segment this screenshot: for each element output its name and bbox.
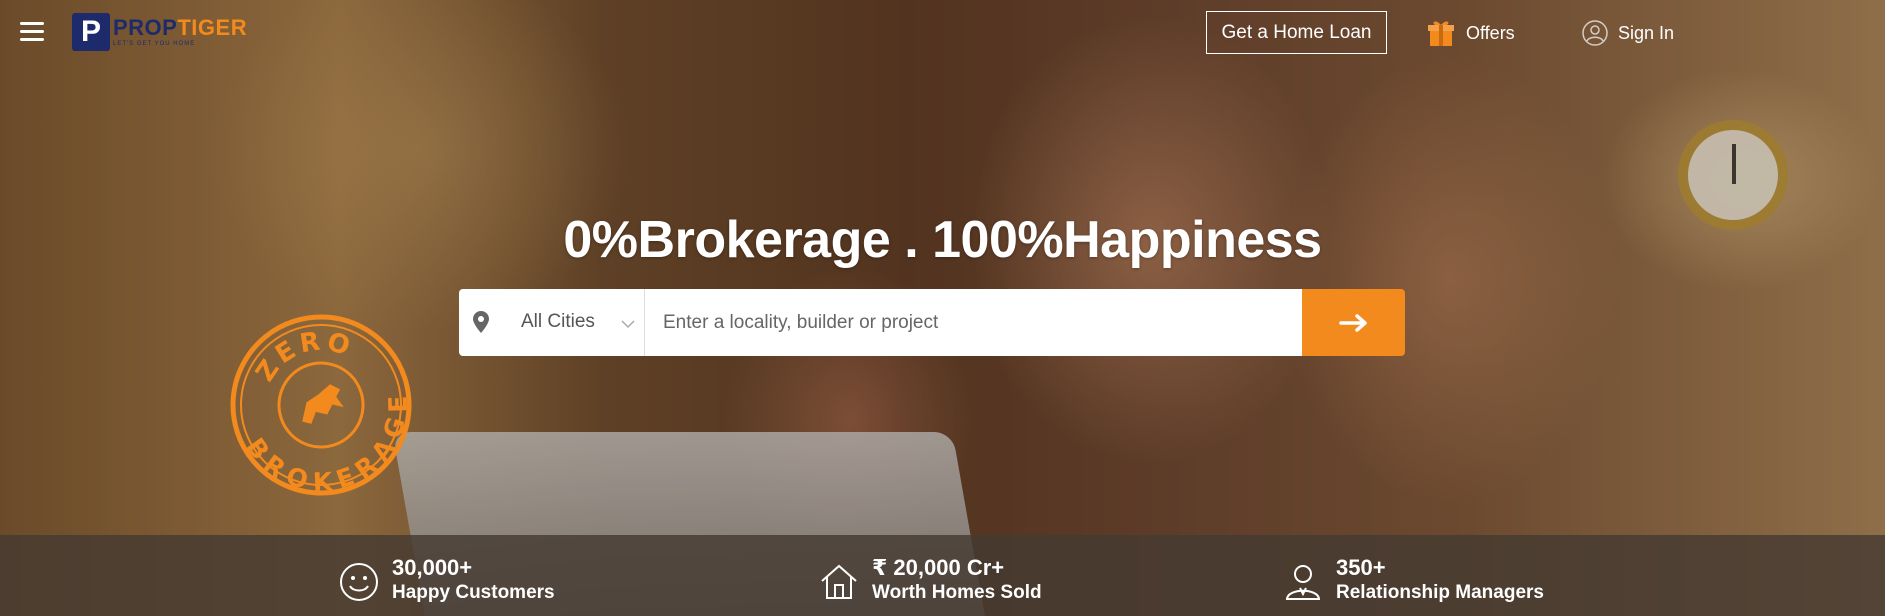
logo-name-part1: PROP bbox=[113, 15, 178, 40]
hamburger-menu-icon[interactable] bbox=[20, 22, 44, 42]
house-icon bbox=[821, 564, 857, 599]
chevron-down-icon bbox=[621, 320, 635, 329]
search-submit-button[interactable] bbox=[1302, 289, 1405, 356]
agent-icon bbox=[1285, 565, 1321, 600]
arrow-right-icon bbox=[1338, 313, 1367, 332]
logo-name-part2: TIGER bbox=[177, 15, 248, 40]
top-header: P PROPTIGER LET'S GET YOU HOME Get a Hom… bbox=[0, 0, 1885, 66]
hero-headline: 0%Brokerage . 100%Happiness bbox=[563, 211, 1322, 269]
smiley-icon bbox=[340, 563, 378, 601]
stat-value: 30,000+ bbox=[392, 555, 473, 580]
sign-in-link[interactable]: Sign In bbox=[1582, 20, 1674, 46]
offers-link[interactable]: Offers bbox=[1426, 18, 1515, 48]
proptiger-logo[interactable]: P PROPTIGER LET'S GET YOU HOME bbox=[72, 12, 247, 52]
stat-relationship-managers: 350+ Relationship Managers bbox=[1282, 555, 1544, 605]
search-input[interactable] bbox=[645, 289, 1302, 356]
stat-value: ₹ 20,000 Cr+ bbox=[872, 555, 1005, 580]
stat-value: 350+ bbox=[1336, 555, 1386, 580]
search-bar: All Cities bbox=[459, 289, 1405, 356]
zero-brokerage-stamp-icon: ZERO BROKERAGE bbox=[230, 313, 416, 500]
user-icon bbox=[1582, 20, 1608, 46]
logo-mark: P bbox=[72, 13, 110, 51]
stats-bar: 30,000+ Happy Customers ₹ 20,000 Cr+ Wor… bbox=[0, 535, 1885, 616]
sign-in-label: Sign In bbox=[1618, 22, 1675, 43]
stat-label: Worth Homes Sold bbox=[872, 582, 1042, 603]
get-home-loan-button[interactable]: Get a Home Loan bbox=[1206, 11, 1387, 54]
location-pin-icon bbox=[473, 311, 489, 333]
offers-label: Offers bbox=[1466, 22, 1515, 43]
logo-tagline: LET'S GET YOU HOME bbox=[113, 41, 196, 47]
city-selected-label: All Cities bbox=[521, 311, 595, 332]
stat-label: Relationship Managers bbox=[1336, 582, 1544, 603]
gift-icon bbox=[1428, 21, 1454, 46]
stat-homes-sold: ₹ 20,000 Cr+ Worth Homes Sold bbox=[818, 555, 1042, 605]
stat-happy-customers: 30,000+ Happy Customers bbox=[338, 555, 555, 605]
stat-label: Happy Customers bbox=[392, 582, 555, 603]
city-dropdown[interactable]: All Cities bbox=[459, 289, 645, 356]
